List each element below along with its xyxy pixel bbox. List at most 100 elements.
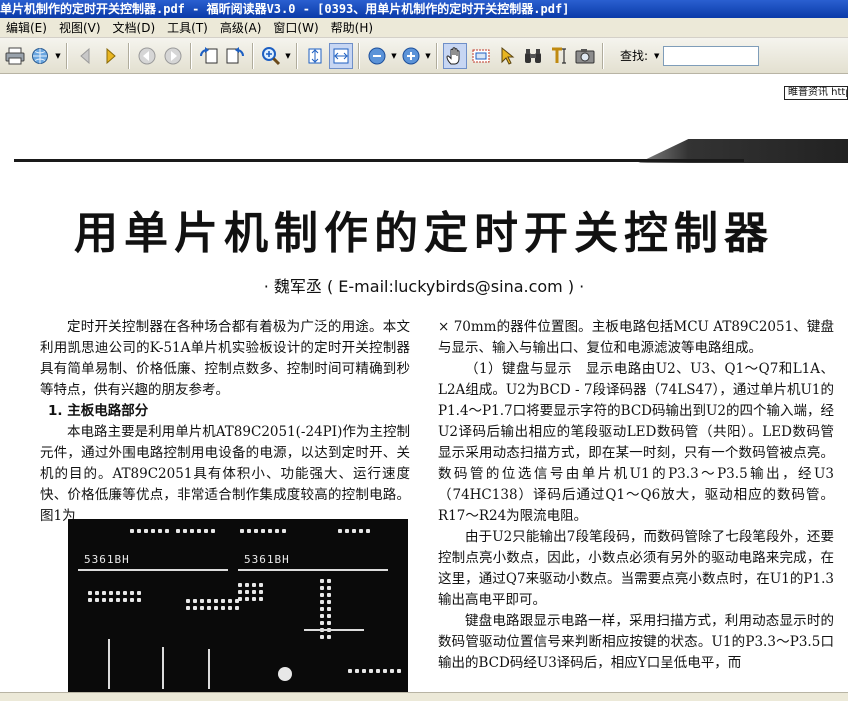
zoom-tool-button[interactable] <box>259 43 283 69</box>
zoom-in-dropdown[interactable]: ▼ <box>424 43 432 69</box>
prev-page-button[interactable] <box>73 43 97 69</box>
fit-width-icon <box>333 48 349 63</box>
pcb-pad <box>245 597 249 601</box>
back-circle-icon <box>138 47 156 64</box>
pcb-pad <box>320 586 324 590</box>
pcb-pad <box>130 529 134 533</box>
pcb-pad <box>327 593 331 597</box>
menu-edit[interactable]: 编辑(E) <box>0 18 53 38</box>
pcb-pad <box>327 607 331 611</box>
fit-page-icon <box>308 48 322 63</box>
toolbar-separator <box>252 42 254 69</box>
next-page-button[interactable] <box>99 43 123 69</box>
status-bar <box>0 692 848 701</box>
pcb-pad <box>130 598 134 602</box>
find-binoculars-button[interactable] <box>521 43 545 69</box>
pcb-mount-hole <box>278 667 292 681</box>
select-area-icon <box>472 49 490 62</box>
pcb-pad <box>327 586 331 590</box>
find-input[interactable] <box>663 45 760 66</box>
right-column: × 70mm的器件位置图。主板电路包括MCU AT89C2051、键盘与显示、输… <box>438 317 834 674</box>
pcb-pad <box>88 598 92 602</box>
pcb-pad <box>327 600 331 604</box>
pcb-pad <box>355 669 359 673</box>
pcb-pad <box>362 669 366 673</box>
pcb-pad <box>137 591 141 595</box>
menu-tools[interactable]: 工具(T) <box>161 18 214 38</box>
pcb-pad-row <box>338 529 370 533</box>
pcb-pad <box>102 598 106 602</box>
text-select-icon <box>552 47 566 64</box>
zoom-in-button[interactable] <box>399 43 423 69</box>
pcb-pad <box>176 529 180 533</box>
email-button[interactable] <box>29 43 53 69</box>
print-button[interactable] <box>3 43 27 69</box>
pcb-pad <box>183 529 187 533</box>
pcb-pad <box>320 600 324 604</box>
pcb-pad-grid <box>88 591 141 602</box>
pcb-pad <box>320 614 324 618</box>
forward-button[interactable] <box>161 43 185 69</box>
camera-button[interactable] <box>573 43 597 69</box>
text-tool-button[interactable] <box>547 43 571 69</box>
toolbar-separator <box>358 42 360 69</box>
section-heading: 1. 主板电路部分 <box>48 403 149 419</box>
pcb-pad <box>214 606 218 610</box>
header-rule <box>14 159 744 162</box>
pcb-pad <box>123 598 127 602</box>
snapshot-button[interactable] <box>469 43 493 69</box>
pcb-pad <box>259 590 263 594</box>
email-dropdown[interactable]: ▼ <box>54 43 62 69</box>
paragraph: 键盘电路跟显示电路一样，采用扫描方式，利用动态显示时的数码管驱动位置信号来判断相… <box>438 613 834 671</box>
article-title: 用单片机制作的定时开关控制器 <box>74 208 774 259</box>
menu-bar: 编辑(E) 视图(V) 文档(D) 工具(T) 高级(A) 窗口(W) 帮助(H… <box>0 18 848 38</box>
pcb-pad <box>238 597 242 601</box>
pcb-trace <box>238 569 388 571</box>
pcb-pad <box>359 529 363 533</box>
pcb-pad-grid <box>186 599 239 610</box>
plus-circle-icon <box>402 47 420 64</box>
menu-advanced[interactable]: 高级(A) <box>214 18 268 38</box>
pcb-pad <box>348 669 352 673</box>
pcb-pad <box>200 606 204 610</box>
pcb-pad <box>235 606 239 610</box>
pcb-pad <box>345 529 349 533</box>
pcb-pad <box>338 529 342 533</box>
rotate-right-button[interactable] <box>223 43 247 69</box>
pcb-pad <box>320 635 324 639</box>
hand-tool-button[interactable] <box>443 42 467 69</box>
menu-document[interactable]: 文档(D) <box>107 18 162 38</box>
pcb-pad <box>352 529 356 533</box>
pcb-pad <box>193 606 197 610</box>
binoculars-icon <box>525 48 541 63</box>
pcb-pad <box>109 591 113 595</box>
menu-help[interactable]: 帮助(H) <box>325 18 379 38</box>
window-title: 单片机制作的定时开关控制器.pdf - 福昕阅读器V3.0 - [0393、用单… <box>0 2 570 16</box>
cursor-arrow-icon <box>501 46 515 65</box>
document-view[interactable]: 睢普资讯 http:// 用单片机制作的定时开关控制器 · 魏军丞 ( E-ma… <box>0 75 848 701</box>
pcb-trace <box>108 639 110 689</box>
fit-width-button[interactable] <box>329 42 353 69</box>
pcb-pad <box>144 529 148 533</box>
printer-icon <box>5 47 25 64</box>
display-label-right: 5361BH <box>244 553 290 566</box>
article-byline: · 魏军丞 ( E-mail:luckybirds@sina.com ) · <box>263 277 585 296</box>
zoom-out-button[interactable] <box>365 43 389 69</box>
menu-window[interactable]: 窗口(W) <box>267 18 324 38</box>
pcb-pad <box>261 529 265 533</box>
pcb-pad <box>390 669 394 673</box>
minus-circle-icon <box>368 47 386 64</box>
back-button[interactable] <box>135 43 159 69</box>
pcb-pad <box>397 669 401 673</box>
forward-circle-icon <box>164 47 182 64</box>
zoom-out-dropdown[interactable]: ▼ <box>390 43 398 69</box>
zoom-tool-dropdown[interactable]: ▼ <box>284 43 292 69</box>
menu-view[interactable]: 视图(V) <box>53 18 107 38</box>
pcb-pad-row <box>240 529 286 533</box>
pcb-pad <box>228 599 232 603</box>
fit-page-button[interactable] <box>303 43 327 69</box>
select-tool-button[interactable] <box>495 43 519 69</box>
rotate-left-button[interactable] <box>197 43 221 69</box>
pcb-pad <box>95 598 99 602</box>
find-options-dropdown[interactable]: ▼ <box>654 52 659 60</box>
